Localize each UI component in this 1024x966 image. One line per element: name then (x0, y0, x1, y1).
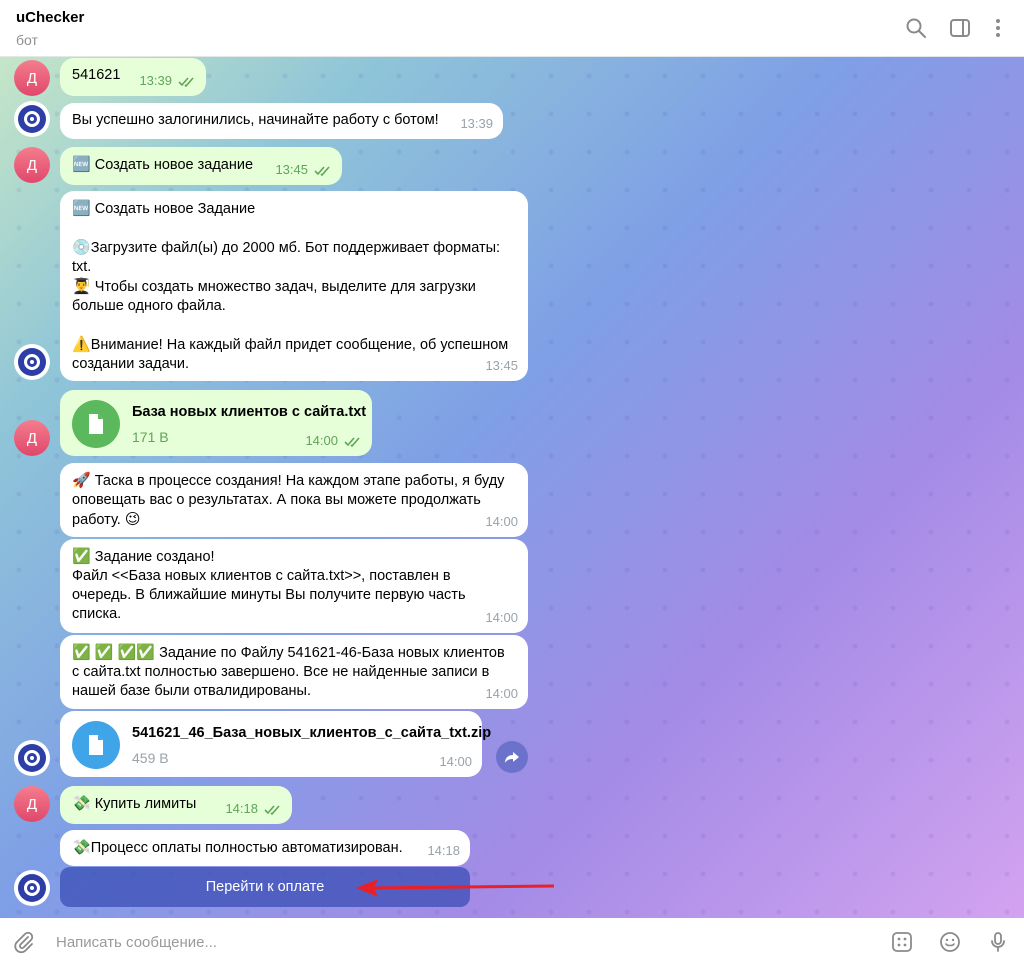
chat-title[interactable]: uChecker (16, 9, 84, 26)
message-time: 14:00 (485, 514, 518, 529)
user-avatar[interactable]: Д (14, 147, 50, 183)
bot-avatar[interactable] (14, 101, 50, 137)
message-line: ✅ ✅ ✅✅ Задание по Файлу 541621-46-База н… (72, 644, 505, 661)
message-line: ✅ Задание создано! (72, 548, 215, 565)
user-avatar[interactable]: Д (14, 420, 50, 456)
message-bubble[interactable]: 🆕 Создать новое задание 13:45 (60, 147, 342, 185)
search-icon[interactable] (904, 16, 928, 40)
student-icon: 👨‍🎓 (72, 278, 91, 295)
message-time: 13:45 (485, 358, 518, 373)
file-message[interactable]: 541621_46_База_новых_клиентов_с_сайта_tx… (60, 711, 491, 777)
red-arrow-annotation (356, 879, 555, 897)
file-icon[interactable] (72, 400, 120, 448)
message-bubble[interactable]: ✅ ✅ ✅✅ Задание по Файлу 541621-46-База н… (60, 635, 528, 709)
message-line: с сайта.txt полностью завершено. Все не … (72, 664, 490, 680)
disc-icon: 💿 (72, 239, 91, 256)
read-checks-icon (178, 77, 194, 87)
emoji-icon[interactable] (938, 930, 962, 954)
rocket-icon: 🚀 (72, 472, 91, 489)
message-bubble[interactable]: 🚀 Таска в процессе создания! На каждом э… (60, 463, 528, 537)
message-line: 💿Загрузите файл(ы) до 2000 мб. Бот подде… (72, 239, 501, 256)
message-line: работу. 😉 (72, 511, 141, 528)
message-text: Создать новое задание (94, 157, 254, 173)
message-time: 13:39 (139, 71, 196, 90)
message-line: 🆕 Создать новое Задание (72, 200, 256, 217)
message-bubble[interactable]: 541621 13:39 (60, 58, 206, 96)
new-badge-icon: 🆕 (72, 156, 91, 173)
warning-icon: ⚠️ (72, 336, 91, 353)
attach-icon[interactable] (12, 930, 36, 954)
wink-icon: 😉 (124, 511, 141, 528)
message-line: больше одного файла. (72, 298, 226, 314)
avatar-letter: Д (26, 795, 38, 813)
message-time: 13:39 (460, 116, 493, 131)
file-icon[interactable] (72, 721, 120, 769)
message-bubble[interactable]: 💸 Купить лимиты 14:18 (60, 786, 292, 824)
money-icon: 💸 (72, 795, 91, 812)
read-checks-icon (314, 166, 330, 176)
forward-icon[interactable] (496, 741, 528, 773)
message-line: очередь. В ближайшие минуты Вы получите … (72, 587, 466, 603)
bot-avatar[interactable] (14, 870, 50, 906)
message-time: 14:00 (439, 754, 472, 769)
message-time: 14:00 (485, 686, 518, 701)
message-line: создании задачи. (72, 356, 190, 372)
avatar-letter: Д (26, 156, 38, 174)
message-text: Процесс оплаты полностью автоматизирован… (90, 840, 403, 856)
bot-avatar[interactable] (14, 740, 50, 776)
file-name[interactable]: База новых клиентов с сайта.txt (132, 403, 366, 422)
message-line: нашей базе были отвалидированы. (72, 683, 311, 699)
message-time: 13:45 (275, 160, 332, 179)
message-time: 14:18 (225, 799, 282, 818)
chat-header: uChecker бот (0, 0, 1024, 57)
sidebar-toggle-icon[interactable] (948, 16, 972, 40)
message-time: 14:00 (485, 610, 518, 625)
microphone-icon[interactable] (986, 930, 1010, 954)
new-badge-icon: 🆕 (72, 200, 91, 217)
file-name[interactable]: 541621_46_База_новых_клиентов_с_сайта_tx… (132, 724, 491, 743)
message-bubble[interactable]: 💸Процесс оплаты полностью автоматизирова… (60, 830, 470, 866)
message-bubble[interactable]: ✅ Задание создано! Файл <<База новых кли… (60, 539, 528, 633)
message-time: 14:18 (427, 843, 460, 858)
message-text: Вы успешно залогинились, начинайте работ… (72, 112, 439, 128)
file-message[interactable]: База новых клиентов с сайта.txt 171 B 14… (60, 390, 372, 456)
check-mark-icon: ✅ (72, 548, 91, 565)
message-line: Файл <<База новых клиентов с сайта.txt>>… (72, 568, 451, 584)
read-checks-icon (264, 805, 280, 815)
file-size: 171 B (132, 429, 169, 445)
message-line: 👨‍🎓 Чтобы создать множество задач, выдел… (72, 278, 476, 295)
avatar-letter: Д (26, 69, 38, 87)
message-line: txt. (72, 259, 92, 275)
user-avatar[interactable]: Д (14, 786, 50, 822)
more-vertical-icon[interactable] (986, 16, 1010, 40)
message-bubble[interactable]: Вы успешно залогинились, начинайте работ… (60, 103, 503, 139)
message-line: списка. (72, 606, 122, 622)
message-bubble[interactable]: 🆕 Создать новое Задание 💿Загрузите файл(… (60, 191, 528, 381)
user-avatar[interactable]: Д (14, 60, 50, 96)
message-input[interactable] (56, 930, 856, 954)
message-text: Купить лимиты (94, 796, 197, 812)
bot-avatar[interactable] (14, 344, 50, 380)
message-composer (0, 918, 1024, 966)
message-line: 🚀 Таска в процессе создания! На каждом э… (72, 472, 505, 489)
message-line: ⚠️Внимание! На каждый файл придет сообще… (72, 336, 509, 353)
money-icon: 💸 (72, 839, 91, 856)
check-mark-icon: ✅ ✅ ✅✅ (72, 644, 156, 661)
file-size: 459 B (132, 750, 169, 766)
read-checks-icon (344, 437, 360, 447)
avatar-letter: Д (26, 429, 38, 447)
bot-commands-icon[interactable] (890, 930, 914, 954)
message-text: 541621 (72, 67, 121, 83)
message-time: 14:00 (305, 431, 362, 450)
message-line: оповещать вас о результатах. А пока вы м… (72, 492, 481, 508)
chat-subtitle: бот (16, 32, 38, 48)
